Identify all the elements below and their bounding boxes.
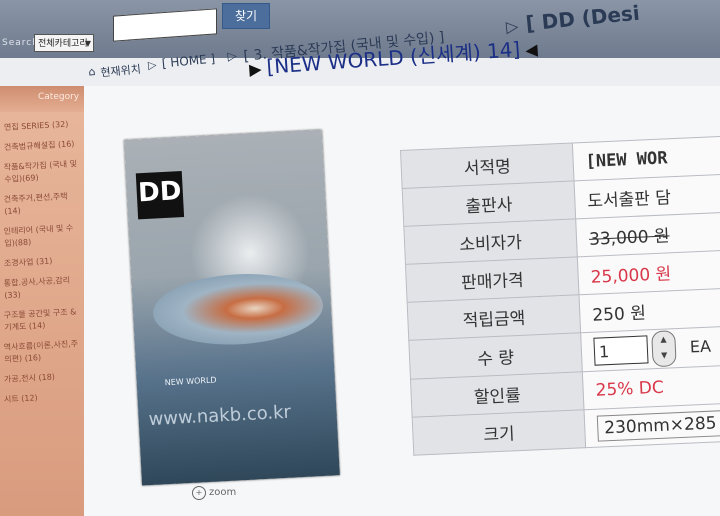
sale-price: 25,000 원 [577, 249, 720, 295]
category-sidebar: Category 연집 SERIES (32) 건축법규해설집 (16) 작품&작가… [0, 86, 84, 516]
magnifier-icon: + [192, 486, 206, 500]
dd-logo: DD [135, 171, 185, 220]
zoom-label: zoom [209, 487, 237, 498]
book-cover-image[interactable]: DD NEW WORLD www.nakb.co.kr [124, 129, 340, 486]
info-value: 230mm×285 [584, 402, 720, 448]
sidebar-item[interactable]: 인테리어 (국내 및 수입)(88) [3, 222, 82, 250]
sidebar-item[interactable]: 작품&작가집 (국내 및 수입)(69) [3, 158, 82, 186]
sidebar-item[interactable]: 건축주거,편선,주택 (14) [3, 190, 82, 218]
info-value: 도서출판 담 [574, 173, 720, 219]
info-value: 250 원 [578, 287, 720, 333]
sidebar-item[interactable]: 구조물 공간및 구조 & 기계도 (14) [3, 306, 82, 334]
info-label: 크기 [412, 409, 586, 456]
cover-watermark: www.nakb.co.kr [148, 401, 292, 431]
sidebar-item[interactable]: 조경사업 (31) [4, 254, 83, 270]
zoom-button[interactable]: + zoom [192, 486, 236, 500]
quantity-unit: EA [689, 336, 712, 357]
sidebar-item[interactable]: 연집 SERIES (32) [4, 118, 83, 134]
sidebar-item[interactable]: 역사흐름(이론,사진,주의편) (16) [3, 338, 82, 366]
sidebar-header: Category [0, 86, 84, 112]
quantity-stepper[interactable]: ▲ ▼ [651, 330, 677, 368]
sidebar-title: Category [38, 92, 80, 102]
quantity-cell: 1▲ ▼ EA [580, 325, 720, 372]
size-value: 230mm×285 [596, 409, 720, 442]
chevron-right-icon: ▷ [147, 58, 158, 72]
breadcrumb-location: 현재위치 [99, 62, 142, 80]
product-info-table: 서적명 [NEW WOR 출판사 도서출판 담 소비자가 33,000 원 판매… [400, 135, 720, 456]
list-price: 33,000 원 [588, 226, 670, 250]
stepper-down-icon[interactable]: ▼ [661, 351, 668, 360]
info-value: [NEW WOR [572, 135, 720, 181]
stepper-up-icon[interactable]: ▲ [660, 335, 667, 344]
sidebar-item[interactable]: 가공,전시 (18) [4, 370, 83, 386]
triangle-right-icon: ▶ [248, 59, 263, 79]
cover-subtitle: NEW WORLD [164, 375, 217, 388]
cover-eye-shape [151, 269, 325, 349]
discount-rate: 25% DC [582, 364, 720, 410]
breadcrumb-home[interactable]: [ HOME ] [161, 52, 216, 71]
chevron-right-icon: ▷ [226, 48, 238, 64]
quantity-input[interactable]: 1 [593, 335, 649, 366]
info-value: 33,000 원 [575, 211, 720, 257]
sidebar-item[interactable]: 건축법규해설집 (16) [4, 138, 83, 154]
triangle-left-icon: ◀ [524, 39, 539, 60]
sidebar-list: 연집 SERIES (32) 건축법규해설집 (16) 작품&작가집 (국내 및 수… [3, 118, 83, 412]
category-select-value: 전체카테고리 [38, 39, 88, 49]
home-icon: ⌂ [87, 65, 96, 79]
breadcrumb-top-category[interactable]: [ DD (Desi [525, 1, 641, 36]
sidebar-item[interactable]: 시트 (12) [4, 390, 83, 406]
sidebar-item[interactable]: 통합.공사,사공,감리 (33) [3, 274, 82, 302]
